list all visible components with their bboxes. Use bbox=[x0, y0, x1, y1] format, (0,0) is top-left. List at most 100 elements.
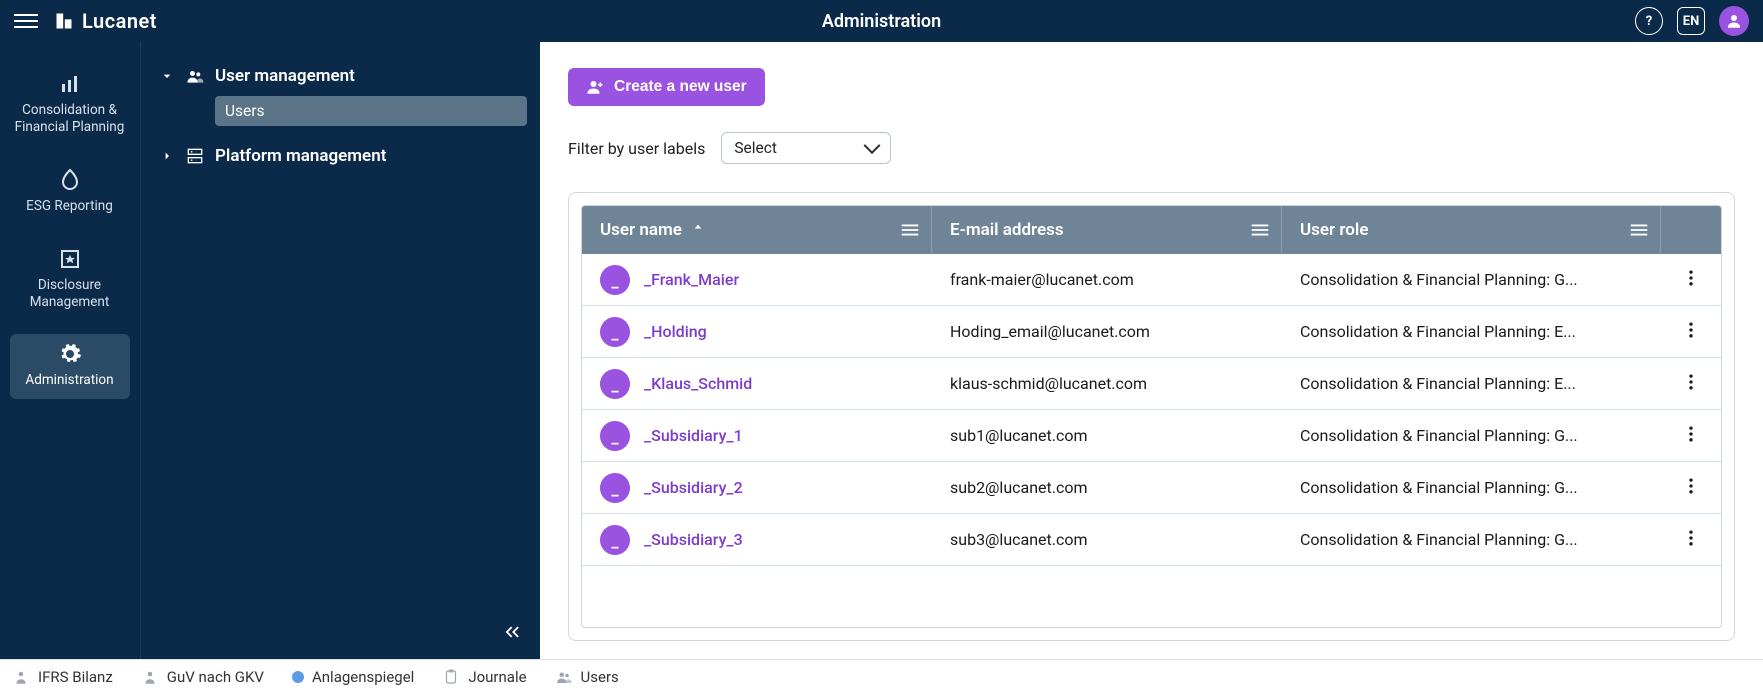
table-row: _ _Frank_Maier frank-maier@lucanet.com C… bbox=[582, 254, 1721, 306]
gear-icon bbox=[58, 342, 82, 366]
footer-item-journale[interactable]: Journale bbox=[442, 668, 526, 686]
row-actions-button[interactable] bbox=[1681, 320, 1701, 344]
kebab-icon bbox=[1681, 528, 1701, 548]
cell-role: Consolidation & Financial Planning: E... bbox=[1282, 312, 1661, 351]
rail-item-disclosure[interactable]: Disclosure Management bbox=[10, 239, 130, 321]
brand-mark-icon bbox=[54, 11, 74, 31]
nav-group-header-user-management[interactable]: User management bbox=[153, 60, 527, 92]
footer-item-users[interactable]: Users bbox=[555, 668, 619, 686]
footer-item-guv[interactable]: GuV nach GKV bbox=[141, 668, 264, 686]
main-content: Create a new user Filter by user labels … bbox=[540, 42, 1763, 659]
cell-role: Consolidation & Financial Planning: G... bbox=[1282, 520, 1661, 559]
nav-group-header-platform-management[interactable]: Platform management bbox=[153, 140, 527, 172]
rail-item-label: Consolidation & Financial Planning bbox=[15, 102, 125, 135]
user-link[interactable]: _Frank_Maier bbox=[644, 270, 739, 289]
cell-email: sub1@lucanet.com bbox=[932, 416, 1282, 455]
create-user-button[interactable]: Create a new user bbox=[568, 68, 765, 106]
column-menu-icon[interactable] bbox=[899, 219, 921, 241]
column-menu-icon[interactable] bbox=[1249, 219, 1271, 241]
cell-email: frank-maier@lucanet.com bbox=[932, 260, 1282, 299]
nav-group-user-management: User management Users bbox=[153, 60, 527, 126]
server-icon bbox=[185, 146, 205, 166]
group-icon bbox=[185, 66, 205, 86]
user-link[interactable]: _Subsidiary_3 bbox=[644, 530, 743, 549]
col-header-username[interactable]: User name bbox=[582, 206, 932, 254]
column-menu-icon[interactable] bbox=[1628, 219, 1650, 241]
table-row: _ _Klaus_Schmid klaus-schmid@lucanet.com… bbox=[582, 358, 1721, 410]
kebab-icon bbox=[1681, 424, 1701, 444]
row-actions-button[interactable] bbox=[1681, 268, 1701, 292]
footer-item-label: Journale bbox=[468, 668, 526, 686]
user-avatar-icon: _ bbox=[600, 421, 630, 451]
star-box-icon bbox=[58, 247, 82, 271]
bar-chart-icon bbox=[58, 72, 82, 96]
user-link[interactable]: _Holding bbox=[644, 322, 707, 341]
app-header: Lucanet Administration ? EN bbox=[0, 0, 1763, 42]
table-row: _ _Subsidiary_2 sub2@lucanet.com Consoli… bbox=[582, 462, 1721, 514]
user-table: User name E-mail address User role bbox=[581, 205, 1722, 628]
rail-item-esg[interactable]: ESG Reporting bbox=[10, 160, 130, 225]
user-table-wrap: User name E-mail address User role bbox=[568, 192, 1735, 641]
row-actions-button[interactable] bbox=[1681, 372, 1701, 396]
col-header-role[interactable]: User role bbox=[1282, 206, 1661, 254]
footer-item-ifrs[interactable]: IFRS Bilanz bbox=[12, 668, 113, 686]
rail-item-label: ESG Reporting bbox=[26, 198, 113, 214]
rail-item-label: Administration bbox=[25, 372, 113, 388]
sort-asc-icon bbox=[690, 222, 706, 238]
kebab-icon bbox=[1681, 320, 1701, 340]
dot-icon bbox=[292, 671, 304, 683]
language-switch[interactable]: EN bbox=[1677, 7, 1705, 35]
filter-row: Filter by user labels Select bbox=[568, 132, 1735, 164]
help-icon[interactable]: ? bbox=[1635, 7, 1663, 35]
table-row: _ _Subsidiary_1 sub1@lucanet.com Consoli… bbox=[582, 410, 1721, 462]
cell-username: _ _Subsidiary_2 bbox=[582, 463, 932, 513]
footer-item-anlagen[interactable]: Anlagenspiegel bbox=[292, 668, 414, 686]
nav-panel: User management Users Platform managemen… bbox=[140, 42, 540, 659]
rail-item-administration[interactable]: Administration bbox=[10, 334, 130, 399]
filter-select[interactable]: Select bbox=[721, 132, 891, 164]
clipboard-icon bbox=[442, 668, 460, 686]
col-header-label: E-mail address bbox=[950, 220, 1064, 240]
cell-username: _ _Klaus_Schmid bbox=[582, 359, 932, 409]
row-actions-button[interactable] bbox=[1681, 528, 1701, 552]
user-link[interactable]: _Subsidiary_2 bbox=[644, 478, 743, 497]
left-rail: Consolidation & Financial Planning ESG R… bbox=[0, 42, 140, 659]
collapse-nav-button[interactable] bbox=[501, 621, 523, 647]
group-icon bbox=[555, 668, 573, 686]
page-title: Administration bbox=[822, 11, 941, 32]
chevron-double-left-icon bbox=[501, 621, 523, 643]
cell-username: _ _Subsidiary_3 bbox=[582, 515, 932, 565]
user-table-body: _ _Frank_Maier frank-maier@lucanet.com C… bbox=[582, 254, 1721, 627]
user-avatar-icon: _ bbox=[600, 317, 630, 347]
rail-item-cfp[interactable]: Consolidation & Financial Planning bbox=[10, 64, 130, 146]
nav-sub-users[interactable]: Users bbox=[215, 96, 527, 126]
footer-bar: IFRS Bilanz GuV nach GKV Anlagenspiegel … bbox=[0, 659, 1763, 693]
footer-item-label: GuV nach GKV bbox=[167, 668, 264, 686]
col-header-label: User role bbox=[1300, 220, 1368, 240]
cell-role: Consolidation & Financial Planning: E... bbox=[1282, 364, 1661, 403]
user-avatar-icon: _ bbox=[600, 265, 630, 295]
row-actions-button[interactable] bbox=[1681, 476, 1701, 500]
user-plus-icon bbox=[586, 78, 604, 96]
col-header-email[interactable]: E-mail address bbox=[932, 206, 1282, 254]
menu-toggle-icon[interactable] bbox=[14, 9, 38, 33]
cell-email: klaus-schmid@lucanet.com bbox=[932, 364, 1282, 403]
cell-username: _ _Subsidiary_1 bbox=[582, 411, 932, 461]
cell-email: Hoding_email@lucanet.com bbox=[932, 312, 1282, 351]
user-avatar-icon: _ bbox=[600, 525, 630, 555]
brand-logo[interactable]: Lucanet bbox=[54, 9, 157, 33]
cell-username: _ _Holding bbox=[582, 307, 932, 357]
chevron-right-icon bbox=[159, 148, 175, 164]
brand-name: Lucanet bbox=[82, 9, 157, 33]
cell-actions bbox=[1661, 362, 1721, 406]
cell-email: sub2@lucanet.com bbox=[932, 468, 1282, 507]
user-avatar-icon: _ bbox=[600, 369, 630, 399]
col-header-actions bbox=[1661, 206, 1721, 254]
cell-role: Consolidation & Financial Planning: G... bbox=[1282, 468, 1661, 507]
row-actions-button[interactable] bbox=[1681, 424, 1701, 448]
user-link[interactable]: _Subsidiary_1 bbox=[644, 426, 743, 445]
profile-avatar[interactable] bbox=[1719, 6, 1749, 36]
cell-actions bbox=[1661, 466, 1721, 510]
user-link[interactable]: _Klaus_Schmid bbox=[644, 374, 752, 393]
nav-group-label: User management bbox=[215, 66, 355, 86]
